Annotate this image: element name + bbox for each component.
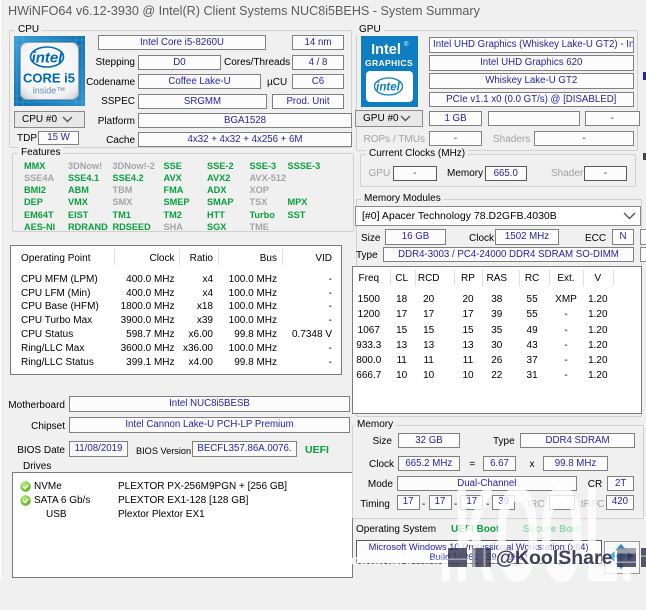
svg-text:intel: intel bbox=[376, 82, 400, 94]
svg-text:®: ® bbox=[404, 41, 409, 48]
svg-text:Intel: Intel bbox=[371, 42, 401, 58]
svg-text:GRAPHICS: GRAPHICS bbox=[365, 58, 413, 68]
